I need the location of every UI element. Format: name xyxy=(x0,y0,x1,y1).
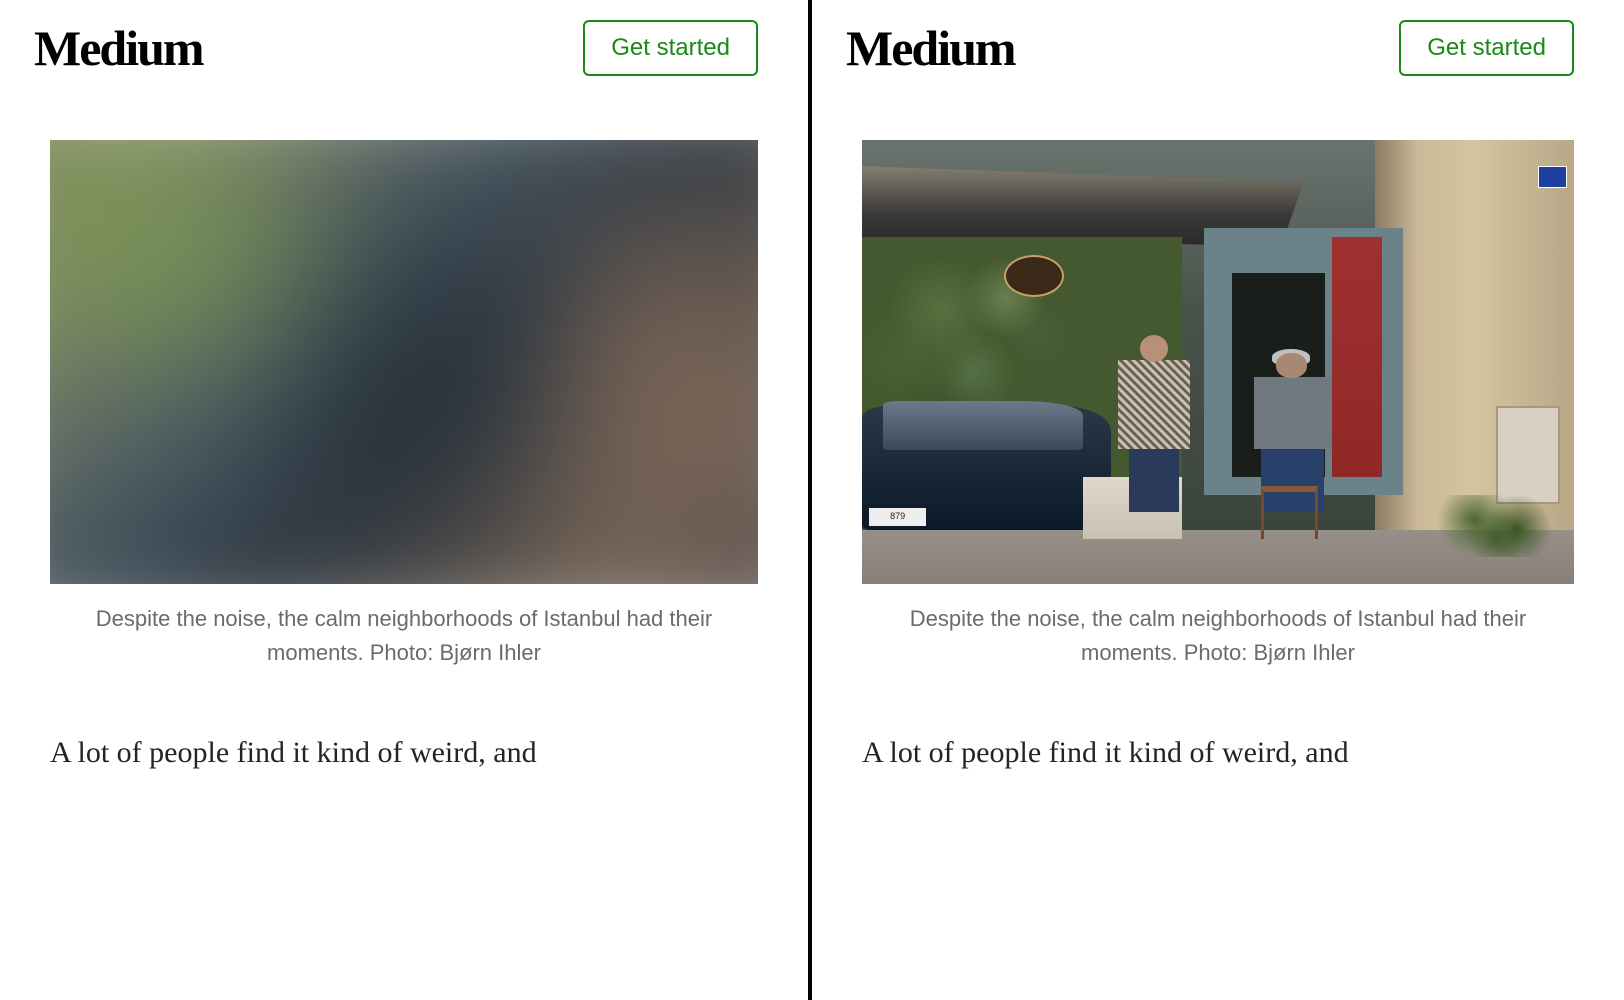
medium-logo[interactable]: Medium xyxy=(846,19,1015,77)
license-plate: 879 xyxy=(869,508,926,526)
article-content: cities all my life, I decided to buy a s… xyxy=(862,0,1574,776)
article-figure: Despite the noise, the calm neighborhood… xyxy=(50,140,758,670)
get-started-button[interactable]: Get started xyxy=(583,20,758,76)
article-panel-blurred: Medium Get started cities all my life, I… xyxy=(0,0,812,1000)
article-content: cities all my life, I decided to buy a s… xyxy=(50,0,758,776)
medium-logo[interactable]: Medium xyxy=(34,19,203,77)
article-paragraph: A lot of people find it kind of weird, a… xyxy=(50,730,758,777)
article-image-sharp: 879 xyxy=(862,140,1574,584)
article-figure: 879 Despite the noise, the calm neighbor… xyxy=(862,140,1574,670)
article-image-blurred xyxy=(50,140,758,584)
get-started-button[interactable]: Get started xyxy=(1399,20,1574,76)
site-header: Medium Get started xyxy=(0,0,808,95)
image-caption: Despite the noise, the calm neighborhood… xyxy=(862,602,1574,670)
site-header: Medium Get started xyxy=(812,0,1624,95)
article-paragraph: A lot of people find it kind of weird, a… xyxy=(862,730,1574,777)
image-caption: Despite the noise, the calm neighborhood… xyxy=(50,602,758,670)
article-panel-sharp: Medium Get started cities all my life, I… xyxy=(812,0,1624,1000)
